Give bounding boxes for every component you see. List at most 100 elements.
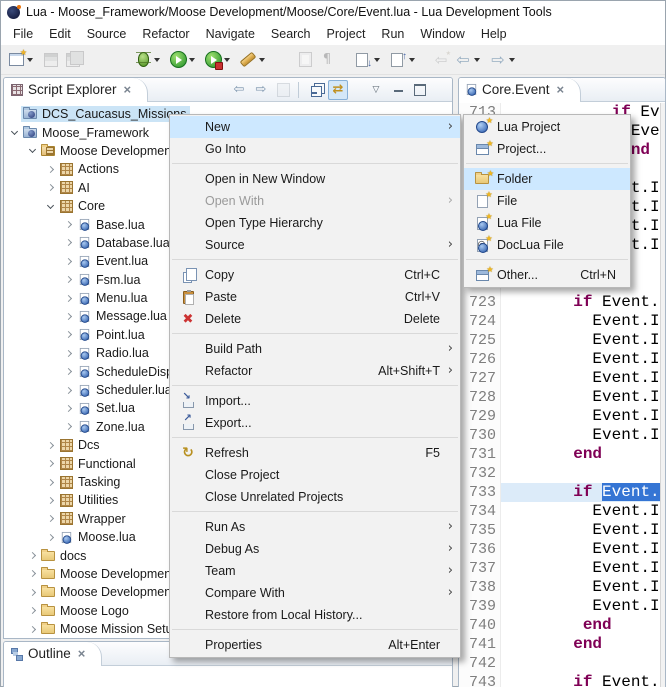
- dropdown-caret-icon[interactable]: [154, 58, 160, 62]
- context-menu-item-paste[interactable]: PasteCtrl+V: [170, 286, 460, 308]
- new-submenu-item-project[interactable]: ★Project...: [464, 138, 630, 160]
- back-icon[interactable]: [229, 80, 249, 100]
- context-menu-item-close-project[interactable]: Close Project: [170, 464, 460, 486]
- tree-chevron-icon[interactable]: [43, 185, 57, 190]
- context-menu-item-source[interactable]: Source›: [170, 234, 460, 256]
- run-icon[interactable]: [167, 49, 189, 71]
- back-icon[interactable]: [452, 49, 474, 71]
- tree-chevron-icon[interactable]: [25, 608, 39, 613]
- view-menu-icon[interactable]: [366, 80, 386, 100]
- context-menu-item-import[interactable]: ↘Import...: [170, 390, 460, 412]
- tree-chevron-icon[interactable]: [43, 167, 57, 172]
- maximize-icon[interactable]: [410, 80, 430, 100]
- menubar-item-window[interactable]: Window: [412, 25, 472, 43]
- tree-chevron-icon[interactable]: [43, 516, 57, 521]
- context-menu-item-refresh[interactable]: ↻RefreshF5: [170, 442, 460, 464]
- tree-chevron-icon[interactable]: [25, 590, 39, 595]
- tree-chevron-icon[interactable]: [61, 388, 75, 393]
- tree-chevron-icon[interactable]: [7, 131, 21, 134]
- highlighter-icon[interactable]: [237, 49, 259, 71]
- mark-occurrences-icon[interactable]: [294, 49, 316, 71]
- new-submenu-item-lua-file[interactable]: ★Lua File: [464, 212, 630, 234]
- new-submenu-item-other[interactable]: ★Other...Ctrl+N: [464, 264, 630, 286]
- context-menu-item-refactor[interactable]: RefactorAlt+Shift+T›: [170, 360, 460, 382]
- dropdown-caret-icon[interactable]: [509, 58, 515, 62]
- context-menu-item-go-into[interactable]: Go Into: [170, 138, 460, 160]
- tab-core-event[interactable]: Core.Event ×: [459, 78, 581, 102]
- forward-icon[interactable]: [251, 80, 271, 100]
- next-annotation-icon[interactable]: [352, 49, 374, 71]
- dropdown-caret-icon[interactable]: [27, 58, 33, 62]
- tree-chevron-icon[interactable]: [43, 535, 57, 540]
- tree-chevron-icon[interactable]: [25, 571, 39, 576]
- tree-chevron-icon[interactable]: [61, 296, 75, 301]
- new-wizard-icon[interactable]: [5, 49, 27, 71]
- tree-chevron-icon[interactable]: [61, 259, 75, 264]
- tree-chevron-icon[interactable]: [43, 461, 57, 466]
- context-menu-item-open-type-hierarchy[interactable]: Open Type Hierarchy: [170, 212, 460, 234]
- context-menu-item-compare-with[interactable]: Compare With›: [170, 582, 460, 604]
- menubar-item-project[interactable]: Project: [319, 25, 374, 43]
- last-edit-location-icon[interactable]: [430, 49, 452, 71]
- tree-chevron-icon[interactable]: [61, 314, 75, 319]
- dropdown-caret-icon[interactable]: [374, 58, 380, 62]
- context-menu-item-restore-from-local-history[interactable]: Restore from Local History...: [170, 604, 460, 626]
- context-menu-item-close-unrelated-projects[interactable]: Close Unrelated Projects: [170, 486, 460, 508]
- context-menu-item-open-with[interactable]: Open With›: [170, 190, 460, 212]
- context-menu-item-new[interactable]: New›: [170, 116, 460, 138]
- context-menu-item-run-as[interactable]: Run As›: [170, 516, 460, 538]
- collapse-all-icon[interactable]: [306, 80, 326, 100]
- context-menu-item-build-path[interactable]: Build Path›: [170, 338, 460, 360]
- tree-chevron-icon[interactable]: [25, 553, 39, 558]
- tree-chevron-icon[interactable]: [43, 205, 57, 208]
- menubar-item-help[interactable]: Help: [473, 25, 515, 43]
- tree-chevron-icon[interactable]: [25, 149, 39, 152]
- context-menu-item-properties[interactable]: PropertiesAlt+Enter: [170, 634, 460, 656]
- context-menu-item-debug-as[interactable]: Debug As›: [170, 538, 460, 560]
- dropdown-caret-icon[interactable]: [409, 58, 415, 62]
- new-submenu-item-doclua-file[interactable]: ★DocLua File: [464, 234, 630, 256]
- show-whitespace-icon[interactable]: [316, 49, 338, 71]
- menubar-item-navigate[interactable]: Navigate: [198, 25, 263, 43]
- context-menu-item-team[interactable]: Team›: [170, 560, 460, 582]
- menubar-item-run[interactable]: Run: [373, 25, 412, 43]
- close-icon[interactable]: ×: [124, 83, 132, 96]
- dropdown-caret-icon[interactable]: [259, 58, 265, 62]
- dropdown-caret-icon[interactable]: [189, 58, 195, 62]
- menubar-item-source[interactable]: Source: [79, 25, 135, 43]
- dropdown-caret-icon[interactable]: [224, 58, 230, 62]
- tree-chevron-icon[interactable]: [61, 332, 75, 337]
- new-submenu-item-folder[interactable]: ★Folder: [464, 168, 630, 190]
- tree-chevron-icon[interactable]: [61, 277, 75, 282]
- forward-icon[interactable]: [487, 49, 509, 71]
- tree-chevron-icon[interactable]: [25, 627, 39, 632]
- tree-chevron-icon[interactable]: [43, 498, 57, 503]
- context-menu-item-export[interactable]: ↗Export...: [170, 412, 460, 434]
- tree-chevron-icon[interactable]: [61, 424, 75, 429]
- link-with-editor-icon[interactable]: [328, 80, 348, 100]
- tree-chevron-icon[interactable]: [43, 480, 57, 485]
- menubar-item-edit[interactable]: Edit: [41, 25, 79, 43]
- save-all-icon[interactable]: [62, 49, 84, 71]
- tree-chevron-icon[interactable]: [61, 240, 75, 245]
- close-icon[interactable]: ×: [557, 83, 565, 96]
- menubar-item-search[interactable]: Search: [263, 25, 319, 43]
- previous-annotation-icon[interactable]: [387, 49, 409, 71]
- up-icon[interactable]: [273, 80, 293, 100]
- tree-chevron-icon[interactable]: [61, 369, 75, 374]
- tree-chevron-icon[interactable]: [61, 351, 75, 356]
- tab-outline[interactable]: Outline ×: [4, 642, 102, 666]
- save-icon[interactable]: [40, 49, 62, 71]
- menubar-item-file[interactable]: File: [5, 25, 41, 43]
- tree-chevron-icon[interactable]: [61, 222, 75, 227]
- dropdown-caret-icon[interactable]: [474, 58, 480, 62]
- tree-chevron-icon[interactable]: [43, 443, 57, 448]
- new-submenu-item-file[interactable]: ★File: [464, 190, 630, 212]
- run-external-icon[interactable]: [202, 49, 224, 71]
- new-submenu-item-lua-project[interactable]: ★Lua Project: [464, 116, 630, 138]
- close-icon[interactable]: ×: [78, 647, 86, 660]
- context-menu-item-copy[interactable]: CopyCtrl+C: [170, 264, 460, 286]
- overview-ruler[interactable]: [660, 103, 665, 687]
- debug-icon[interactable]: [132, 49, 154, 71]
- tab-script-explorer[interactable]: Script Explorer ×: [4, 78, 148, 102]
